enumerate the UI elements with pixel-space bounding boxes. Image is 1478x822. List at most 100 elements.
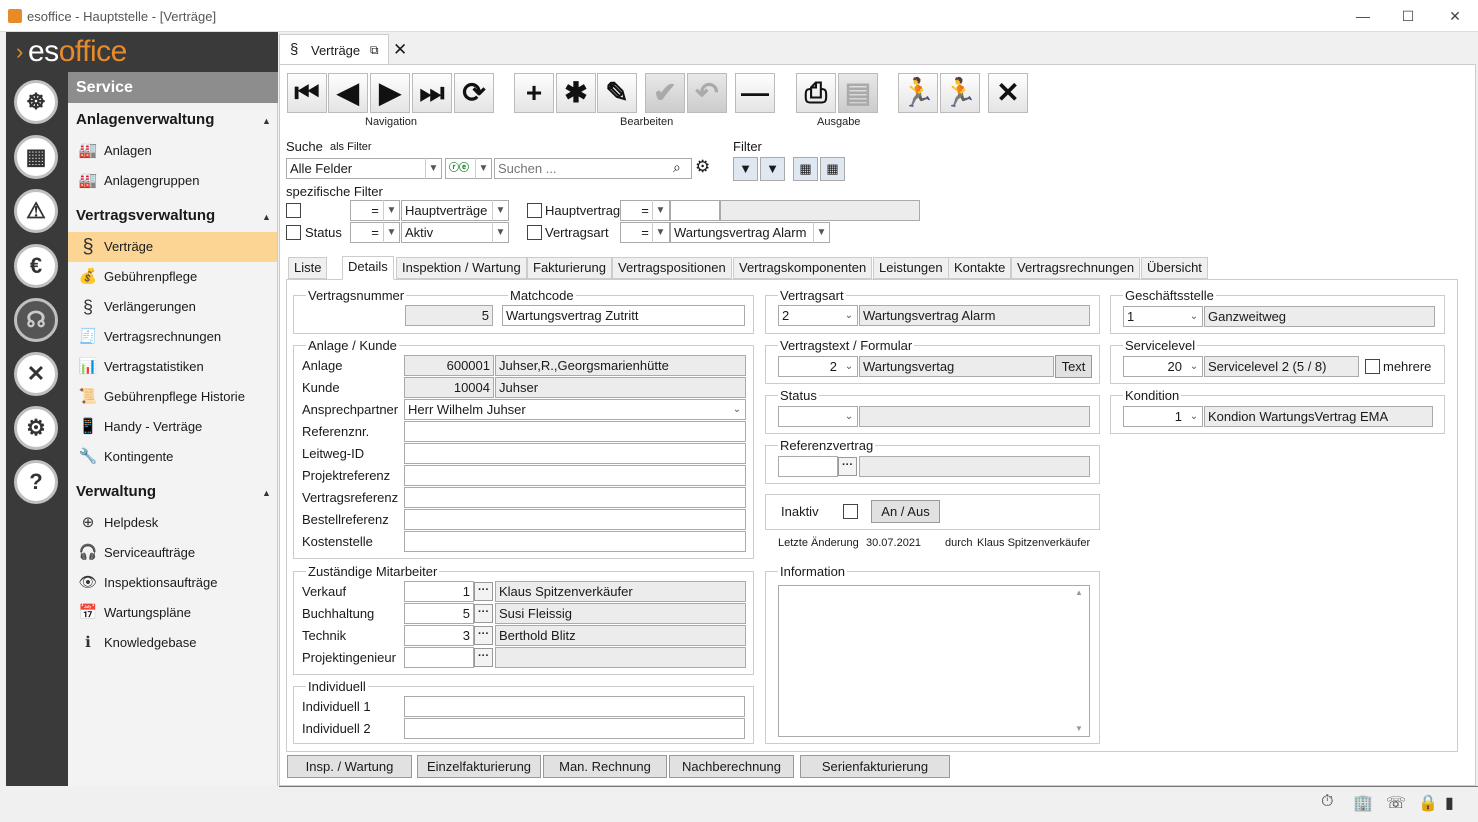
minimize-icon[interactable]: — bbox=[1353, 7, 1373, 25]
tab-kontakte[interactable]: Kontakte bbox=[948, 257, 1012, 279]
tab-leistungen[interactable]: Leistungen bbox=[873, 257, 949, 279]
sidebar-group-vertragsverwaltung[interactable]: Vertragsverwaltung bbox=[76, 207, 215, 224]
chevron-down-icon[interactable]: ▼ bbox=[383, 200, 399, 221]
sidebar-item-handy-vertraege[interactable]: Handy - Verträge bbox=[68, 412, 277, 442]
individuell-1-field[interactable] bbox=[404, 696, 745, 717]
text-button[interactable]: Text bbox=[1055, 355, 1092, 378]
sidebar-item-gebuehrenpflege[interactable]: Gebührenpflege bbox=[68, 262, 277, 292]
matchcode-field[interactable]: Wartungsvertrag Zutritt bbox=[502, 305, 745, 326]
sidebar-item-verlaengerungen[interactable]: Verlängerungen bbox=[68, 292, 277, 322]
undo-button[interactable]: ↶ bbox=[687, 73, 727, 113]
cancel-button[interactable]: ✕ bbox=[988, 73, 1028, 113]
anlage-nr-field[interactable]: 600001 bbox=[404, 355, 494, 376]
tab-details[interactable]: Details bbox=[342, 256, 394, 280]
filter-checkbox-1[interactable] bbox=[286, 203, 301, 218]
inaktiv-checkbox[interactable] bbox=[843, 504, 858, 519]
last-record-button[interactable]: ⏭ bbox=[412, 73, 452, 113]
alarm-module-icon[interactable]: ⚠ bbox=[14, 189, 58, 233]
mehrere-checkbox[interactable] bbox=[1365, 359, 1380, 374]
signal-icon[interactable]: ▮ bbox=[1445, 793, 1454, 813]
sidebar-item-serviceauftraege[interactable]: Serviceaufträge bbox=[68, 538, 277, 568]
sidebar-item-vertragstatistiken[interactable]: Vertragstatistiken bbox=[68, 352, 277, 382]
serienfakturierung-button[interactable]: Serienfakturierung bbox=[800, 755, 950, 778]
chevron-down-icon[interactable]: ▼ bbox=[652, 222, 668, 243]
collapse-icon[interactable]: ▲ bbox=[262, 116, 271, 126]
phone-icon[interactable]: ☏ bbox=[1386, 793, 1406, 813]
nachberechnung-button[interactable]: Nachberechnung bbox=[669, 755, 794, 778]
help-module-icon[interactable]: ? bbox=[14, 460, 58, 504]
verkauf-nr-field[interactable]: 1 bbox=[404, 581, 474, 602]
einzelfakturierung-button[interactable]: Einzelfakturierung bbox=[417, 755, 541, 778]
projektreferenz-field[interactable] bbox=[404, 465, 746, 486]
filter-checkbox-vertragsart[interactable] bbox=[527, 225, 542, 240]
projektingenieur-name-field[interactable] bbox=[495, 647, 746, 668]
filter-check-icon[interactable]: ▼ bbox=[760, 157, 785, 181]
tab-liste[interactable]: Liste bbox=[288, 257, 328, 279]
sidebar-item-vertraege[interactable]: Verträge bbox=[68, 232, 277, 262]
sidebar-item-vertragsrechnungen[interactable]: Vertragsrechnungen bbox=[68, 322, 277, 352]
technik-name-field[interactable]: Berthold Blitz bbox=[495, 625, 746, 646]
sidebar-item-knowledgebase[interactable]: Knowledgebase bbox=[68, 628, 277, 658]
next-record-button[interactable]: ▶ bbox=[370, 73, 410, 113]
lock-icon[interactable]: 🔒 bbox=[1418, 793, 1438, 813]
chevron-down-icon[interactable]: ⌄ bbox=[1186, 306, 1202, 327]
verkauf-lookup-button[interactable]: ··· bbox=[474, 582, 493, 601]
save-button[interactable]: ✔ bbox=[645, 73, 685, 113]
sidebar-item-kontingente[interactable]: Kontingente bbox=[68, 442, 277, 472]
gear-icon[interactable]: ⚙ bbox=[695, 157, 710, 177]
man-rechnung-button[interactable]: Man. Rechnung bbox=[543, 755, 667, 778]
sidebar-item-anlagengruppen[interactable]: Anlagengruppen bbox=[68, 166, 277, 196]
filter-checkbox-hauptvertrag[interactable] bbox=[527, 203, 542, 218]
filter-value-hauptvertrag[interactable] bbox=[720, 200, 920, 221]
run-button[interactable]: 🏃 bbox=[898, 73, 938, 113]
chevron-down-icon[interactable]: ⌄ bbox=[841, 305, 857, 326]
close-window-icon[interactable]: ✕ bbox=[1445, 7, 1465, 25]
service-module-icon[interactable]: ☸ bbox=[14, 80, 58, 124]
copy-button[interactable]: ✱ bbox=[556, 73, 596, 113]
collapse-icon[interactable]: ▲ bbox=[262, 488, 271, 498]
sidebar-group-anlagenverwaltung[interactable]: Anlagenverwaltung bbox=[76, 111, 214, 128]
filter-table-icon[interactable]: ▦ bbox=[793, 157, 818, 181]
filter-icon[interactable]: ▼ bbox=[733, 157, 758, 181]
maximize-icon[interactable]: ☐ bbox=[1398, 7, 1418, 25]
sidebar-item-helpdesk[interactable]: Helpdesk bbox=[68, 508, 277, 538]
tab-vertragskomponenten[interactable]: Vertragskomponenten bbox=[733, 257, 873, 279]
scroll-down-icon[interactable]: ▼ bbox=[1075, 724, 1083, 733]
chevron-down-icon[interactable]: ⌄ bbox=[841, 356, 857, 377]
filter-checkbox-status[interactable] bbox=[286, 225, 301, 240]
buchhaltung-lookup-button[interactable]: ··· bbox=[474, 604, 493, 623]
buchhaltung-name-field[interactable]: Susi Fleissig bbox=[495, 603, 746, 624]
chevron-down-icon[interactable]: ▼ bbox=[425, 158, 441, 179]
individuell-2-field[interactable] bbox=[404, 718, 745, 739]
planning-module-icon[interactable]: ▦ bbox=[14, 135, 58, 179]
chevron-down-icon[interactable]: ▼ bbox=[492, 222, 508, 243]
kunde-name-field[interactable]: Juhser bbox=[495, 377, 746, 398]
chevron-down-icon[interactable]: ▼ bbox=[813, 222, 829, 243]
leitweg-id-field[interactable] bbox=[404, 443, 746, 464]
projektingenieur-lookup-button[interactable]: ··· bbox=[474, 648, 493, 667]
technik-lookup-button[interactable]: ··· bbox=[474, 626, 493, 645]
an-aus-button[interactable]: An / Aus bbox=[871, 500, 940, 523]
vertragsreferenz-field[interactable] bbox=[404, 487, 746, 508]
filter-nr-hauptvertrag[interactable] bbox=[670, 200, 720, 221]
chevron-down-icon[interactable]: ⌄ bbox=[841, 406, 857, 427]
ansprechpartner-select[interactable]: Herr Wilhelm Juhser bbox=[404, 399, 746, 420]
sidebar-item-wartungsplaene[interactable]: Wartungspläne bbox=[68, 598, 277, 628]
first-record-button[interactable]: ⏮ bbox=[287, 73, 327, 113]
close-tab-icon[interactable]: ✕ bbox=[393, 40, 407, 60]
sidebar-group-verwaltung[interactable]: Verwaltung bbox=[76, 483, 156, 500]
chevron-down-icon[interactable]: ⌄ bbox=[1186, 406, 1202, 427]
refresh-button[interactable]: ⟳ bbox=[454, 73, 494, 113]
vertragstext-name-field[interactable]: Wartungsvertag bbox=[859, 356, 1054, 377]
support-module-icon[interactable]: ☊ bbox=[14, 298, 58, 342]
chevron-down-icon[interactable]: ▼ bbox=[652, 200, 668, 221]
tab-vertraege[interactable]: § Verträge ⧉ ✕ bbox=[279, 34, 407, 66]
chevron-down-icon[interactable]: ▼ bbox=[383, 222, 399, 243]
filter-value-vertragsart[interactable]: Wartungsvertrag Alarm bbox=[670, 222, 830, 243]
building-icon[interactable]: 🏢 bbox=[1353, 793, 1373, 813]
scroll-up-icon[interactable]: ▲ bbox=[1075, 588, 1083, 597]
chevron-down-icon[interactable]: ⌄ bbox=[1186, 356, 1202, 377]
tab-inspektion-wartung[interactable]: Inspektion / Wartung bbox=[396, 257, 527, 279]
kunde-nr-field[interactable]: 10004 bbox=[404, 377, 494, 398]
bestellreferenz-field[interactable] bbox=[404, 509, 746, 530]
